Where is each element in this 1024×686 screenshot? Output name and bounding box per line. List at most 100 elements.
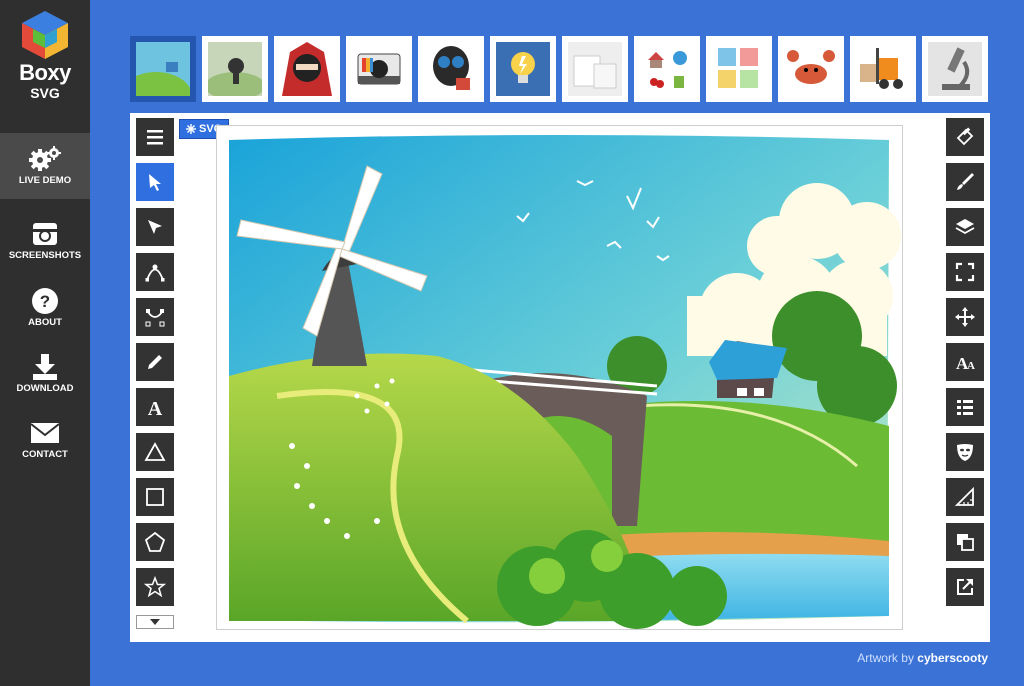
tool-move[interactable]: [946, 298, 984, 336]
svg-text:?: ?: [40, 292, 50, 311]
credit-author-link[interactable]: cyberscooty: [917, 651, 988, 665]
thumb-landscape[interactable]: [130, 36, 196, 102]
mask-icon: [957, 444, 973, 461]
tool-select[interactable]: [136, 163, 174, 201]
landscape-illustration: [229, 135, 901, 629]
nav-label: DOWNLOAD: [16, 383, 74, 394]
tool-layers[interactable]: [946, 208, 984, 246]
nav-live-demo[interactable]: LIVE DEMO: [0, 133, 90, 199]
tool-star[interactable]: [136, 568, 174, 606]
ninja-thumb-icon: [280, 42, 334, 96]
thumb-camera[interactable]: [346, 36, 412, 102]
icon-set-thumb-icon: [640, 42, 694, 96]
thumb-gas-mask[interactable]: [418, 36, 484, 102]
app-logo[interactable]: Boxy SVG: [0, 0, 90, 120]
tool-text[interactable]: A: [136, 388, 174, 426]
font-icon: AA: [956, 354, 975, 373]
gas-mask-thumb-icon: [424, 42, 478, 96]
crab-thumb-icon: [784, 42, 838, 96]
export-icon: [957, 579, 973, 595]
nav-label: LIVE DEMO: [18, 175, 72, 186]
svg-text:A: A: [967, 360, 975, 372]
layers-icon: [955, 219, 975, 235]
svg-text:A: A: [148, 398, 163, 418]
nav-about[interactable]: ? ABOUT: [0, 275, 90, 341]
thumb-crab[interactable]: [778, 36, 844, 102]
white-boxes-thumb-icon: [568, 42, 622, 96]
tool-triangle[interactable]: [136, 433, 174, 471]
thumb-ninja[interactable]: [274, 36, 340, 102]
nav-label: ABOUT: [28, 317, 62, 328]
question-icon: ?: [32, 288, 58, 314]
thumb-notes[interactable]: [706, 36, 772, 102]
thumb-light-bulb[interactable]: [490, 36, 556, 102]
chevron-down-icon: [150, 619, 160, 625]
node-edit-icon: [145, 309, 165, 327]
tool-pencil[interactable]: [136, 343, 174, 381]
snowflake-icon: [186, 124, 196, 134]
direct-select-icon: [148, 220, 162, 234]
tool-export[interactable]: [946, 568, 984, 606]
app-name-sub: SVG: [30, 85, 60, 101]
rectangle-icon: [146, 488, 164, 506]
thumb-icon-set[interactable]: [634, 36, 700, 102]
ruler-icon: [954, 486, 974, 506]
nav-screenshots[interactable]: SCREENSHOTS: [0, 208, 90, 274]
tool-node-edit[interactable]: [136, 298, 174, 336]
nav-contact[interactable]: CONTACT: [0, 407, 90, 473]
editor-panel: A SVG A A: [130, 113, 990, 642]
credit-prefix: Artwork by: [857, 651, 914, 665]
tool-brush[interactable]: [946, 163, 984, 201]
path-edit-icon: [145, 264, 165, 282]
thumb-boxes[interactable]: [562, 36, 628, 102]
runner-thumb-icon: [208, 42, 262, 96]
camera-icon: [33, 223, 57, 245]
gears-icon: [29, 146, 61, 171]
envelope-icon: [30, 423, 60, 443]
instant-camera-thumb-icon: [352, 42, 406, 96]
fill-bucket-icon: [956, 127, 974, 146]
tool-mask[interactable]: [946, 433, 984, 471]
tool-pentagon[interactable]: [136, 523, 174, 561]
artwork-credit: Artwork by cyberscooty: [857, 651, 988, 665]
tool-clone[interactable]: [946, 523, 984, 561]
brush-icon: [957, 173, 974, 190]
download-icon: [33, 354, 57, 380]
menu-icon: [147, 130, 163, 145]
tool-fullscreen[interactable]: [946, 253, 984, 291]
nav-label: CONTACT: [22, 449, 68, 460]
thumb-forklift[interactable]: [850, 36, 916, 102]
boxy-cube-icon: [22, 11, 68, 59]
light-bulb-thumb-icon: [496, 42, 550, 96]
tool-menu[interactable]: [136, 118, 174, 156]
select-arrow-icon: [149, 174, 161, 191]
sidebar: Boxy SVG LIVE DEMO SCREENSHOTS ? ABOUT D…: [0, 0, 90, 686]
tool-ruler[interactable]: [946, 478, 984, 516]
pentagon-icon: [144, 531, 166, 552]
forklift-thumb-icon: [856, 42, 910, 96]
microscope-thumb-icon: [928, 42, 982, 96]
thumb-runner[interactable]: [202, 36, 268, 102]
landscape-thumb-icon: [136, 42, 190, 96]
nav-download[interactable]: DOWNLOAD: [0, 341, 90, 407]
clone-icon: [957, 534, 974, 551]
move-icon: [955, 307, 975, 327]
toolbar-scroll-down[interactable]: [136, 615, 174, 629]
tool-fill[interactable]: [946, 118, 984, 156]
triangle-icon: [144, 442, 166, 461]
artboard[interactable]: [216, 125, 903, 630]
star-icon: [144, 576, 166, 598]
text-tool-icon: A: [148, 398, 163, 418]
pencil-icon: [148, 355, 162, 369]
tool-path-edit[interactable]: [136, 253, 174, 291]
nav-label: SCREENSHOTS: [8, 250, 82, 261]
list-icon: [957, 400, 973, 415]
tool-direct-select[interactable]: [136, 208, 174, 246]
app-name: Boxy: [19, 60, 71, 85]
fullscreen-icon: [955, 262, 975, 282]
tool-list[interactable]: [946, 388, 984, 426]
sticky-notes-thumb-icon: [712, 42, 766, 96]
thumb-microscope[interactable]: [922, 36, 988, 102]
tool-font[interactable]: AA: [946, 343, 984, 381]
tool-rectangle[interactable]: [136, 478, 174, 516]
